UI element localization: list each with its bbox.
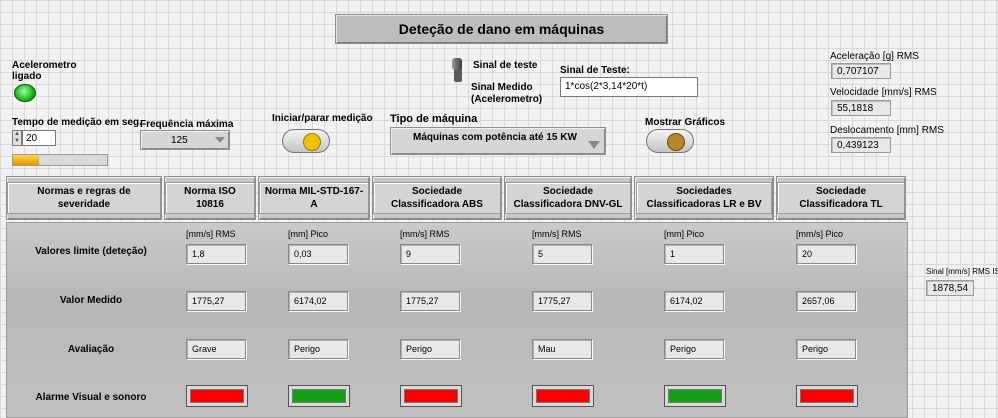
unit-label: [mm] Pico — [664, 229, 705, 239]
signal-toggle-switch[interactable] — [452, 58, 462, 82]
column-header-label: Norma MIL-STD-167-A — [259, 182, 369, 214]
tipo-maquina-value: Máquinas com potência até 15 KW — [413, 132, 577, 143]
evaluation-value: Grave — [186, 339, 246, 359]
alarm-indicator — [400, 385, 462, 407]
velocidade-label: Velocidade [mm/s] RMS — [830, 87, 937, 98]
tempo-spinner[interactable]: ▲ ▼ — [12, 130, 22, 146]
unit-label: [mm/s] RMS — [400, 229, 450, 239]
sinal-teste-label: Sinal de Teste: — [560, 65, 630, 76]
page-title-text: Deteção de dano em máquinas — [398, 21, 605, 37]
column-header-label: Sociedade Classificadora DNV-GL — [505, 182, 631, 214]
iniciar-lamp-icon — [303, 133, 321, 151]
tempo-progress-fill — [13, 155, 40, 165]
aceleracao-label: Aceleração [g] RMS — [830, 51, 919, 62]
toggle-label-top: Sinal de teste — [473, 60, 538, 71]
toggle-label-bottom: Sinal Medido (Acelerometro) — [471, 82, 543, 105]
mostrar-label: Mostrar Gráficos — [645, 117, 726, 128]
column-header-label: Sociedade Classificadora TL — [777, 182, 905, 214]
tipo-maquina-select[interactable]: Máquinas com potência até 15 KW — [390, 127, 606, 155]
row-label-avaliacao: Avaliação — [67, 344, 115, 355]
deslocamento-label: Deslocamento [mm] RMS — [830, 125, 944, 136]
tempo-input[interactable]: 20 — [22, 130, 56, 146]
measured-value: 6174,02 — [288, 291, 348, 311]
column-header-label: Norma ISO 10816 — [165, 182, 255, 214]
evaluation-value: Perigo — [288, 339, 348, 359]
deslocamento-value: 0,439123 — [831, 137, 891, 153]
frequencia-label: Frequência máxima — [140, 119, 234, 130]
sinal-teste-input[interactable]: 1*cos(2*3,14*20*t) — [560, 77, 698, 97]
alarm-indicator — [288, 385, 350, 407]
chevron-down-icon — [588, 141, 600, 149]
measured-value: 6174,02 — [664, 291, 724, 311]
tempo-label: Tempo de medição em seg. — [12, 117, 142, 128]
iniciar-button[interactable] — [282, 129, 330, 153]
evaluation-value: Perigo — [796, 339, 856, 359]
mostrar-graficos-button[interactable] — [646, 129, 694, 153]
chevron-down-icon — [215, 137, 225, 143]
alarm-indicator — [664, 385, 726, 407]
limit-value: 9 — [400, 244, 460, 264]
unit-label: [mm/s] RMS — [186, 229, 236, 239]
column-header-label: Sociedades Classificadoras LR e BV — [636, 182, 772, 214]
column-header-dnv: Sociedade Classificadora DNV-GL — [504, 176, 632, 220]
unit-label: [mm/s] Pico — [796, 229, 844, 239]
column-header-abs: Sociedade Classificadora ABS — [372, 176, 502, 220]
alarm-indicator — [796, 385, 858, 407]
measured-value: 1775,27 — [186, 291, 246, 311]
alarm-indicator — [532, 385, 594, 407]
column-header-iso: Norma ISO 10816 — [164, 176, 256, 220]
table-corner-header: Normas e regras de severidade — [6, 176, 162, 220]
evaluation-value: Perigo — [664, 339, 724, 359]
page-title: Deteção de dano em máquinas — [335, 14, 668, 44]
column-header-lrbv: Sociedades Classificadoras LR e BV — [634, 176, 774, 220]
iniciar-label: Iniciar/parar medição — [272, 113, 373, 124]
measured-value: 1775,27 — [400, 291, 460, 311]
tipo-maquina-label: Tipo de máquina — [390, 113, 478, 125]
corner-header-label: Normas e regras de severidade — [7, 182, 161, 214]
accelerometer-led — [14, 84, 36, 102]
accelerometer-led-label: Acelerometro ligado — [12, 60, 77, 82]
frequencia-value: 125 — [171, 134, 188, 146]
limit-value: 1 — [664, 244, 724, 264]
evaluation-value: Mau — [532, 339, 592, 359]
limit-value: 20 — [796, 244, 856, 264]
aceleracao-value: 0,707107 — [831, 63, 891, 79]
limit-value: 0,03 — [288, 244, 348, 264]
sinal-rms-value: 1878,54 — [926, 280, 974, 296]
limit-value: 1,8 — [186, 244, 246, 264]
row-label-limite: Valores limite (deteção) — [35, 246, 147, 257]
evaluation-value: Perigo — [400, 339, 460, 359]
unit-label: [mm/s] RMS — [532, 229, 582, 239]
unit-label: [mm] Pico — [288, 229, 329, 239]
limit-value: 5 — [532, 244, 592, 264]
velocidade-value: 55,1818 — [831, 100, 891, 116]
tempo-progress-bar — [12, 154, 108, 166]
row-label-alarme: Alarme Visual e sonoro — [35, 392, 147, 403]
toggle-knob — [452, 58, 462, 70]
alarm-indicator — [186, 385, 248, 407]
measured-value: 2657,06 — [796, 291, 856, 311]
column-header-mil: Norma MIL-STD-167-A — [258, 176, 370, 220]
mostrar-lamp-icon — [667, 133, 685, 151]
column-header-tl: Sociedade Classificadora TL — [776, 176, 906, 220]
column-header-label: Sociedade Classificadora ABS — [373, 182, 501, 214]
frequencia-select[interactable]: 125 — [140, 130, 230, 150]
measured-value: 1775,27 — [532, 291, 592, 311]
row-label-medido: Valor Medido — [59, 295, 123, 306]
sinal-rms-label: Sinal [mm/s] RMS ISO — [926, 267, 998, 276]
